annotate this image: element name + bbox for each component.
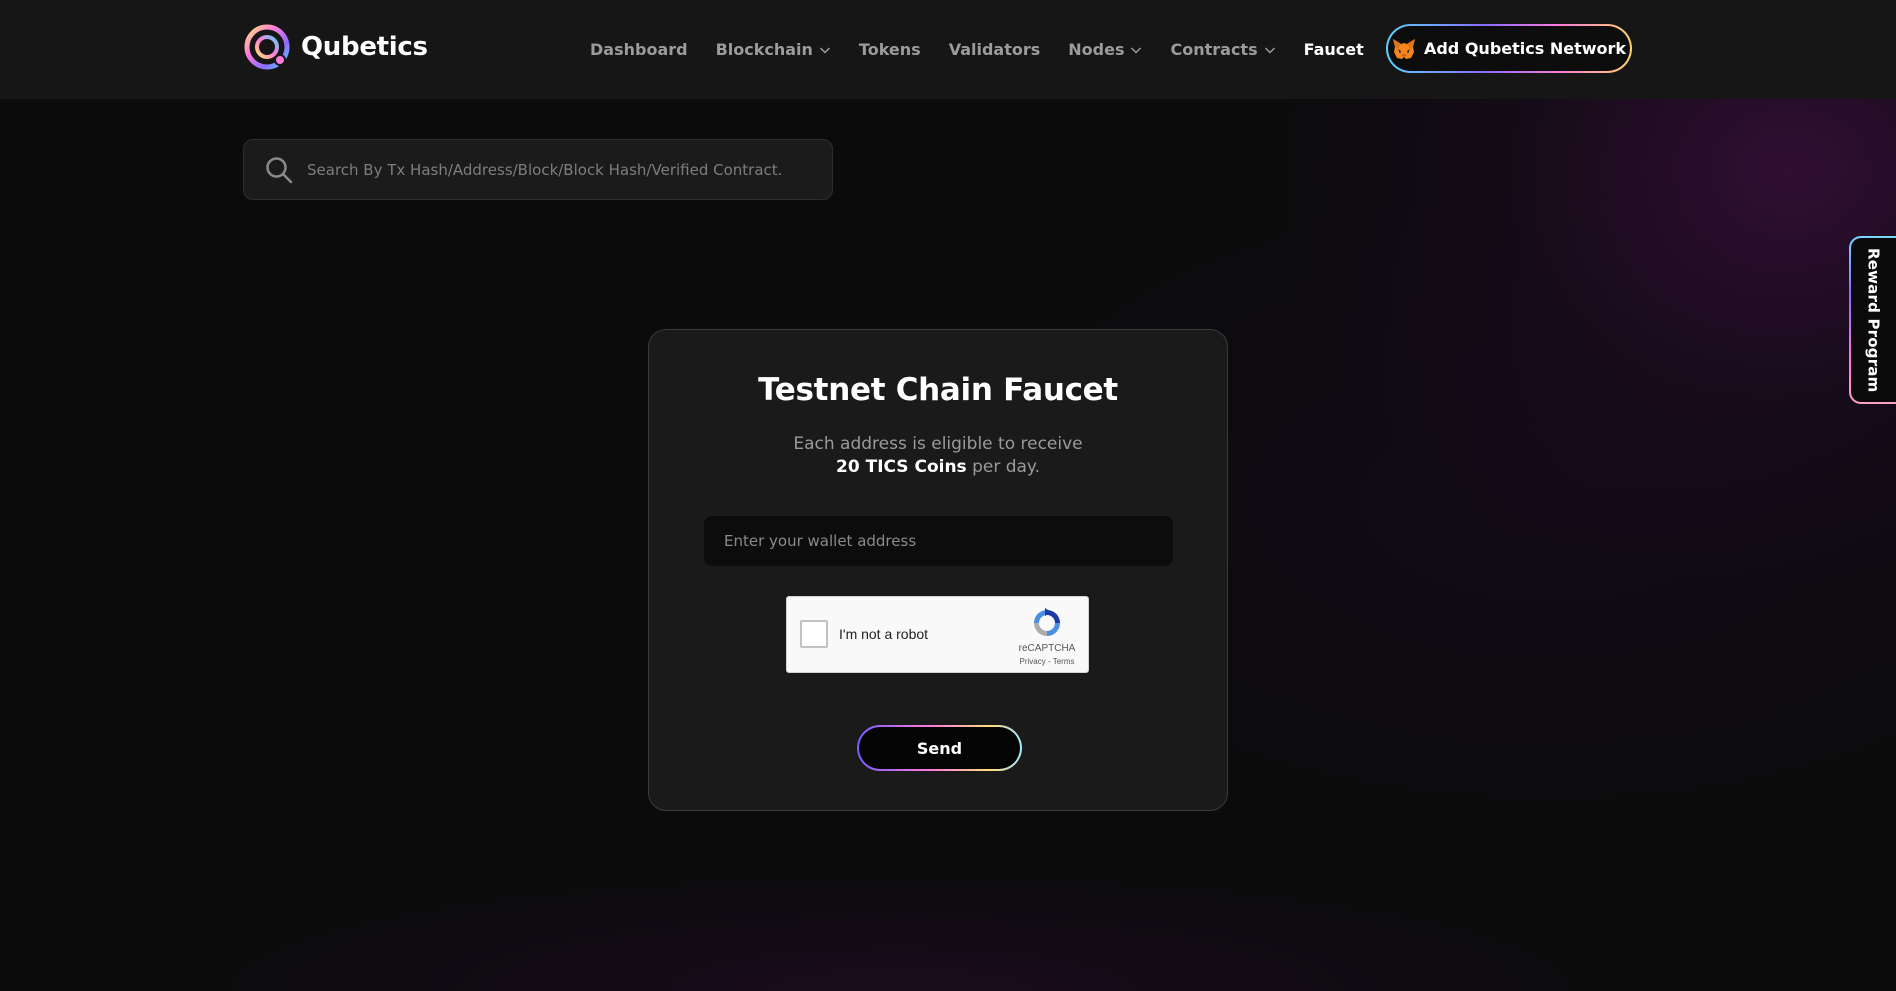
nav-faucet-label: Faucet xyxy=(1303,40,1364,59)
nav-nodes-label: Nodes xyxy=(1068,40,1125,59)
send-button-label: Send xyxy=(859,727,1020,769)
faucet-description: Each address is eligible to receive 20 T… xyxy=(649,433,1227,479)
search-input[interactable] xyxy=(307,140,832,199)
nav-tokens[interactable]: Tokens xyxy=(859,40,921,59)
chevron-down-icon xyxy=(1264,46,1275,54)
recaptcha-checkbox[interactable] xyxy=(800,620,828,648)
nav-blockchain-label: Blockchain xyxy=(715,40,813,59)
faucet-title: Testnet Chain Faucet xyxy=(758,372,1118,408)
recaptcha-icon xyxy=(1034,608,1060,636)
faucet-description-suffix: per day. xyxy=(966,457,1040,477)
brand-name: Qubetics xyxy=(301,32,428,62)
send-button[interactable]: Send xyxy=(857,725,1022,771)
nav-tokens-label: Tokens xyxy=(858,40,921,59)
wallet-address-input[interactable] xyxy=(704,516,1173,566)
nav-blockchain[interactable]: Blockchain xyxy=(716,40,831,59)
nav-contracts-label: Contracts xyxy=(1170,40,1258,59)
add-network-button-inner: Add Qubetics Network xyxy=(1388,26,1630,71)
add-network-button[interactable]: Add Qubetics Network xyxy=(1386,24,1632,73)
add-network-label: Add Qubetics Network xyxy=(1423,39,1627,58)
nav-validators[interactable]: Validators xyxy=(949,40,1041,59)
nav-dashboard[interactable]: Dashboard xyxy=(590,40,688,59)
qubetics-logo-icon xyxy=(244,24,290,70)
nav-contracts[interactable]: Contracts xyxy=(1170,40,1275,59)
nav-dashboard-label: Dashboard xyxy=(590,40,688,59)
chevron-down-icon xyxy=(1131,46,1142,54)
search-icon xyxy=(266,156,293,183)
top-navbar: Qubetics Dashboard Blockchain Tokens Val… xyxy=(0,0,1896,99)
faucet-card: Testnet Chain Faucet Each address is eli… xyxy=(648,329,1228,811)
recaptcha-widget: I'm not a robot reCAPTCHA Privacy - Term… xyxy=(786,596,1089,673)
faucet-amount: 20 TICS Coins xyxy=(836,457,967,477)
search-bar xyxy=(243,139,833,200)
main-nav: Dashboard Blockchain Tokens Validators N… xyxy=(590,0,1392,99)
faucet-description-line1: Each address is eligible to receive xyxy=(793,434,1083,454)
reward-program-tab[interactable]: Reward Program xyxy=(1849,236,1896,404)
recaptcha-brand: reCAPTCHA xyxy=(1018,643,1076,654)
nav-validators-label: Validators xyxy=(948,40,1041,59)
nav-faucet[interactable]: Faucet xyxy=(1304,40,1364,59)
reward-program-label: Reward Program xyxy=(1864,247,1883,393)
recaptcha-links[interactable]: Privacy - Terms xyxy=(1007,657,1087,666)
brand-logo[interactable]: Qubetics xyxy=(243,23,428,71)
nav-nodes[interactable]: Nodes xyxy=(1068,40,1142,59)
reward-program-tab-inner: Reward Program xyxy=(1851,238,1896,402)
recaptcha-label: I'm not a robot xyxy=(839,626,929,642)
chevron-down-icon xyxy=(819,46,830,54)
metamask-fox-icon xyxy=(1392,38,1415,59)
